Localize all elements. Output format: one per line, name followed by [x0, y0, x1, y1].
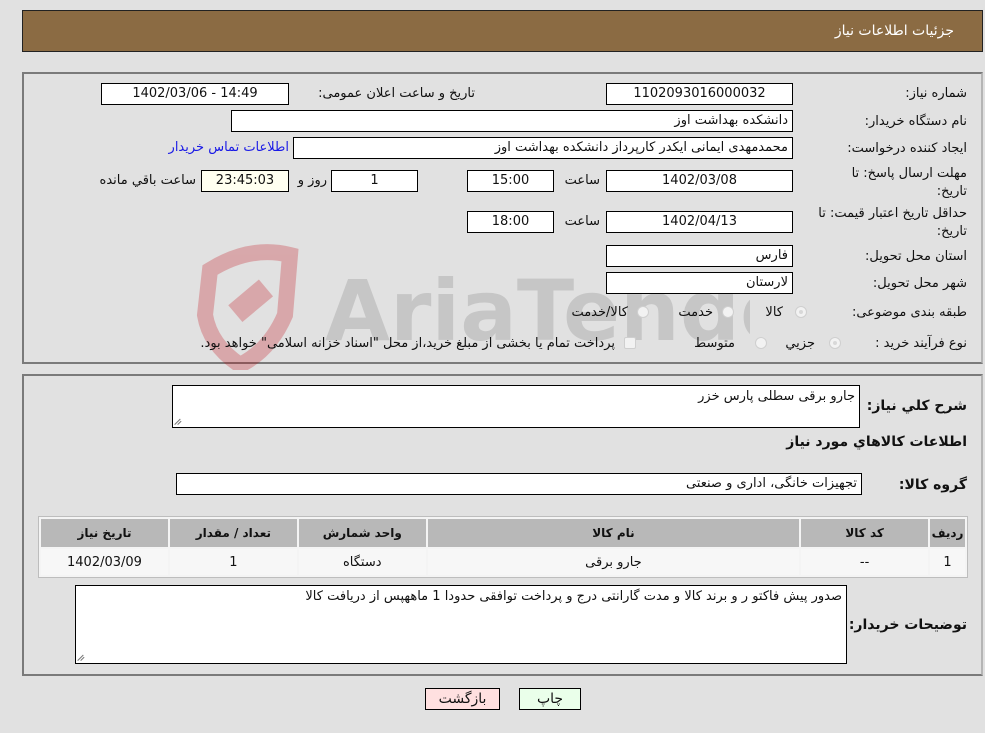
requester-label: ایجاد کننده درخواست:	[847, 141, 967, 156]
category-radio-service[interactable]	[722, 306, 734, 318]
response-deadline-label-2: تاریخ:	[936, 184, 967, 199]
cell-unit: دستگاه	[298, 549, 426, 575]
goods-group-label: گروه کالا:	[898, 477, 967, 493]
table-header-row: ردیف کد کالا نام کالا واحد شمارش تعداد /…	[41, 519, 965, 547]
category-radio-goods[interactable]	[795, 306, 807, 318]
page-title: جزئیات اطلاعات نیاز	[834, 23, 954, 39]
purchase-radio-medium[interactable]	[755, 337, 767, 349]
col-code: کد کالا	[801, 519, 929, 547]
purchase-type-label: نوع فرآیند خرید :	[875, 336, 967, 351]
price-validity-date: 1402/04/13	[606, 211, 793, 233]
days-label: روز و	[297, 173, 327, 188]
delivery-city-field: لارستان	[606, 272, 793, 294]
goods-group-field: تجهیزات خانگی، اداری و صنعتی	[176, 473, 862, 495]
cell-code: --	[801, 549, 929, 575]
response-deadline-date: 1402/03/08	[606, 170, 793, 192]
resize-grip-icon[interactable]	[175, 417, 183, 425]
category-radio-both[interactable]	[637, 306, 649, 318]
need-number-label: شماره نیاز:	[905, 86, 967, 101]
cell-qty: 1	[169, 549, 297, 575]
category-option-service: خدمت	[678, 305, 713, 320]
print-button[interactable]: چاپ	[519, 688, 581, 710]
col-unit: واحد شمارش	[298, 519, 426, 547]
remaining-days-field: 1	[331, 170, 418, 192]
description-textarea[interactable]: جارو برقی سطلی پارس خزر	[172, 385, 860, 428]
page-header: جزئیات اطلاعات نیاز	[22, 10, 983, 52]
buyer-org-field: دانشکده بهداشت اوز	[231, 110, 793, 132]
buyer-notes-label: توضیحات خریدار:	[848, 617, 967, 633]
announce-datetime-label: تاریخ و ساعت اعلان عمومی:	[318, 86, 475, 101]
remaining-time-field: 23:45:03	[201, 170, 289, 192]
price-time-label: ساعت	[564, 214, 600, 229]
cell-name: جارو برقی	[427, 549, 800, 575]
table-row: 1 -- جارو برقی دستگاه 1 1402/03/09	[41, 549, 965, 575]
response-time-label: ساعت	[564, 173, 600, 188]
description-text: جارو برقی سطلی پارس خزر	[698, 389, 855, 404]
col-name: نام کالا	[427, 519, 800, 547]
buyer-org-label: نام دستگاه خریدار:	[864, 114, 967, 129]
col-date: تاریخ نیاز	[41, 519, 168, 547]
remaining-time-label: ساعت باقي مانده	[99, 173, 196, 188]
need-number-field: 1102093016000032	[606, 83, 793, 105]
delivery-province-label: استان محل تحویل:	[865, 249, 967, 264]
delivery-city-label: شهر محل تحویل:	[872, 276, 967, 291]
category-option-goods: کالا	[765, 305, 783, 320]
purchase-radio-small[interactable]	[829, 337, 841, 349]
cell-date: 1402/03/09	[41, 549, 168, 575]
announce-datetime-field: 1402/03/06 - 14:49	[101, 83, 289, 105]
response-deadline-time: 15:00	[467, 170, 554, 192]
cell-row: 1	[930, 549, 965, 575]
response-deadline-label: مهلت ارسال پاسخ: تا	[851, 166, 967, 181]
buyer-contact-link[interactable]: اطلاعات تماس خریدار	[169, 140, 289, 155]
col-row: ردیف	[930, 519, 965, 547]
price-validity-label-2: تاریخ:	[936, 224, 967, 239]
buyer-notes-textarea[interactable]: صدور پیش فاکتو ر و برند کالا و مدت گاران…	[75, 585, 847, 664]
treasury-note: پرداخت تمام یا بخشی از مبلغ خرید،از محل …	[200, 336, 615, 351]
back-button[interactable]: بازگشت	[425, 688, 500, 710]
treasury-checkbox[interactable]	[624, 337, 636, 349]
col-qty: تعداد / مقدار	[169, 519, 297, 547]
description-label: شرح کلي نياز:	[866, 398, 967, 414]
category-label: طبقه بندی موضوعی:	[851, 305, 967, 320]
requester-field: محمدمهدی ایمانی ایکدر کارپرداز دانشکده ب…	[293, 137, 793, 159]
price-validity-label: حداقل تاریخ اعتبار قیمت: تا	[818, 206, 967, 221]
delivery-province-field: فارس	[606, 245, 793, 267]
price-validity-time: 18:00	[467, 211, 554, 233]
purchase-option-medium: متوسط	[694, 336, 735, 351]
items-table: ردیف کد کالا نام کالا واحد شمارش تعداد /…	[38, 516, 968, 578]
buyer-notes-text: صدور پیش فاکتو ر و برند کالا و مدت گاران…	[305, 589, 842, 604]
purchase-option-small: جزيي	[785, 336, 815, 351]
category-option-both: کالا/خدمت	[571, 305, 628, 320]
items-heading: اطلاعات کالاهاي مورد نياز	[786, 434, 967, 450]
resize-grip-icon[interactable]	[78, 653, 86, 661]
